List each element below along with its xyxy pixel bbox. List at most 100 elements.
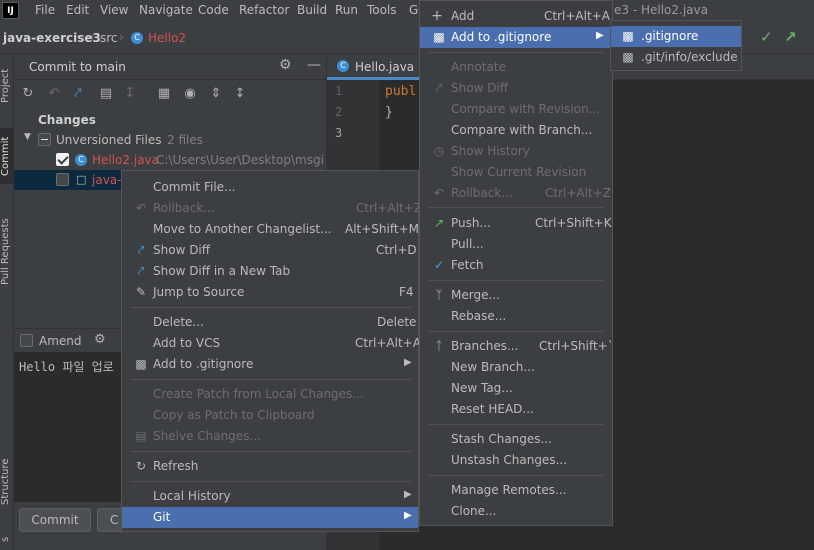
amend-label[interactable]: Amend [39,334,82,348]
commit-button[interactable]: Commit [19,508,91,532]
menu-run[interactable]: Run [335,3,358,17]
refresh-icon: ↻ [135,459,147,473]
menu-add-to-vcs[interactable]: Add to VCS Ctrl+Alt+A [122,333,421,354]
git-reset-head[interactable]: Reset HEAD... [420,399,612,420]
git-fetch[interactable]: ✓ Fetch [420,255,612,276]
file-path-hello2: C:\Users\User\Desktop\msgi [156,153,324,167]
menu-separator [428,331,604,332]
menu-jump-to-source[interactable]: ✎ Jump to Source F4 [122,282,418,303]
git-rollback[interactable]: ↶ Rollback... Ctrl+Alt+Z [420,183,612,204]
editor-tab-label[interactable]: Hello.java [355,60,414,74]
menu-shelve[interactable]: ▤ Shelve Changes... [122,426,418,447]
git-rebase[interactable]: Rebase... [420,306,612,327]
tool-tab-project[interactable]: Project [0,58,14,114]
menu-local-history[interactable]: Local History ▶ [122,486,418,507]
menu-refactor[interactable]: Refactor [239,3,289,17]
git-unstash[interactable]: Unstash Changes... [420,450,612,471]
commit-message-text[interactable]: Hello 파일 업로 [19,358,114,375]
menu-commit-file[interactable]: Commit File... [122,177,418,198]
file-checkbox-java[interactable] [56,173,69,186]
tool-tab-commit[interactable]: Commit [0,128,14,184]
amend-checkbox[interactable] [20,334,33,347]
gitignore-option-gitignore[interactable]: ▩ .gitignore [611,26,741,47]
menu-tools[interactable]: Tools [367,3,397,17]
expand-all-icon[interactable]: ⇕ [208,86,224,102]
menu-delete[interactable]: Delete... Delete [122,312,418,333]
file-name-hello2[interactable]: Hello2.java [92,153,159,167]
file-checkbox-hello2[interactable] [56,153,69,166]
eye-icon[interactable]: ◉ [182,86,198,102]
tool-tab-pull-requests[interactable]: Pull Requests [0,204,14,300]
git-show-history[interactable]: ◷ Show History [420,141,612,162]
download-icon[interactable]: ↧ [122,86,138,102]
git-add[interactable]: + Add Ctrl+Alt+A [420,6,612,27]
submenu-arrow-icon: ▶ [404,510,412,521]
gear-icon[interactable]: ⚙ [279,57,292,73]
chevron-down-icon[interactable]: ▼ [24,132,31,142]
menu-rollback[interactable]: ↶ Rollback... Ctrl+Alt+Z [122,198,422,219]
group-by-icon[interactable]: ▦ [156,86,172,102]
tool-tab-bottom[interactable]: s [0,532,14,546]
plus-icon: + [431,8,443,24]
code-line-2[interactable]: } [385,105,393,120]
git-compare-branch[interactable]: Compare with Branch... [420,120,612,141]
menu-create-patch[interactable]: Create Patch from Local Changes... [122,384,418,405]
gitignore-option-exclude[interactable]: ▩ .git/info/exclude [611,47,741,68]
main-menu-bar: IJ File Edit View Navigate Code Refactor… [0,0,814,22]
git-push[interactable]: ↗ Push... Ctrl+Shift+K [420,213,612,234]
collapse-all-icon[interactable]: ↕ [232,86,248,102]
menu-build[interactable]: Build [297,3,327,17]
menu-show-diff-new-tab[interactable]: ⤤ Show Diff in a New Tab [122,261,418,282]
diff-icon[interactable]: ⤤ [70,86,86,102]
menu-refresh[interactable]: ↻ Refresh [122,456,418,477]
git-manage-remotes[interactable]: Manage Remotes... [420,480,612,501]
menu-add-to-gitignore[interactable]: ▩ Add to .gitignore ▶ [122,354,418,375]
refresh-icon[interactable]: ↻ [20,86,36,102]
git-add-gitignore[interactable]: ▩ Add to .gitignore ▶ [420,27,612,48]
editor-tab-hello[interactable]: C Hello.java [327,54,419,80]
commit-check-icon[interactable]: ✓ [760,28,773,46]
rollback-icon[interactable]: ↶ [46,86,62,102]
menu-move-changelist[interactable]: Move to Another Changelist... Alt+Shift+M [122,219,419,240]
git-show-diff[interactable]: ⤤ Show Diff [420,78,612,99]
push-arrow-icon[interactable]: ↗ [784,28,797,46]
diff-icon: ⤤ [435,81,443,95]
breadcrumb-folder[interactable]: src [100,31,118,45]
menu-copy-patch[interactable]: Copy as Patch to Clipboard [122,405,418,426]
menu-git[interactable]: G [409,3,418,17]
gitignore-file-icon: ▩ [622,29,634,43]
menu-code[interactable]: Code [198,3,229,17]
gear-icon[interactable]: ⚙ [94,332,106,347]
git-clone[interactable]: Clone... [420,501,612,522]
commit-panel-title: Commit to main [29,60,126,74]
git-annotate[interactable]: Annotate [420,57,612,78]
menu-view[interactable]: View [100,3,128,17]
menu-edit[interactable]: Edit [66,3,89,17]
git-pull[interactable]: Pull... [420,234,612,255]
menu-git[interactable]: Git ▶ [122,507,418,528]
git-branches[interactable]: ᛏ Branches... Ctrl+Shift+` [420,336,612,357]
code-line-1[interactable]: publ [385,84,416,99]
git-stash[interactable]: Stash Changes... [420,429,612,450]
git-new-tag[interactable]: New Tag... [420,378,612,399]
unversioned-group-checkbox[interactable] [38,133,51,146]
git-merge[interactable]: ᛉ Merge... [420,285,612,306]
intellij-logo-icon[interactable]: IJ [2,2,19,19]
unversioned-files-label[interactable]: Unversioned Files [56,133,162,147]
menu-file[interactable]: File [35,3,55,17]
breadcrumb-project[interactable]: java-exercise3 [3,31,101,45]
git-show-current-revision[interactable]: Show Current Revision [420,162,612,183]
git-compare-revision[interactable]: Compare with Revision... [420,99,612,120]
menu-show-diff[interactable]: ⤤ Show Diff Ctrl+D [122,240,418,261]
git-new-branch[interactable]: New Branch... [420,357,612,378]
menu-separator [428,280,604,281]
pencil-icon: ✎ [135,285,147,299]
menu-navigate[interactable]: Navigate [139,3,193,17]
changelist-icon[interactable]: ▤ [98,86,114,102]
minimize-icon[interactable]: — [307,57,321,73]
menu-separator [130,451,412,452]
gitignore-file-icon: ▩ [433,30,445,44]
menu-separator [130,307,412,308]
tool-tab-structure[interactable]: Structure [0,452,14,512]
breadcrumb-file[interactable]: Hello2 [148,31,186,45]
